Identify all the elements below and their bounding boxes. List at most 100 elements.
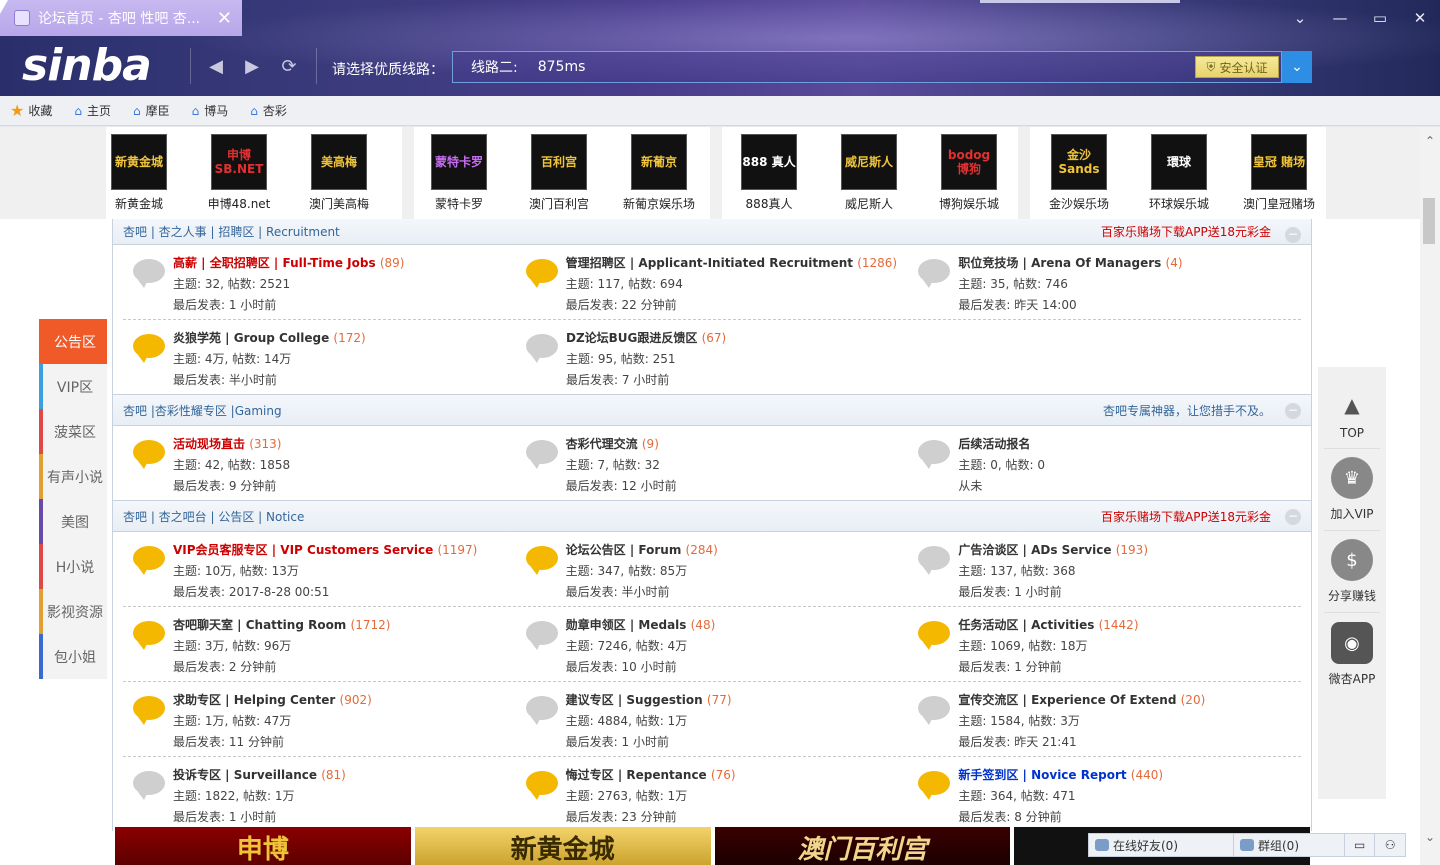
forum-last-post[interactable]: 最后发表: 8 分钟前 xyxy=(958,808,1301,825)
forum-last-post[interactable]: 最后发表: 7 小时前 xyxy=(566,371,909,388)
forum-link[interactable]: 职位竞技场 | Arena Of Managers xyxy=(958,256,1161,270)
section-title[interactable]: 杏吧 | 杏之人事 | 招聘区 | Recruitment xyxy=(123,223,340,240)
forum-last-post[interactable]: 最后发表: 11 分钟前 xyxy=(173,733,516,750)
add-friend-icon[interactable]: ⚇ xyxy=(1375,834,1405,856)
browser-tab[interactable]: 论坛首页 - 杏吧 性吧 杏... ✕ xyxy=(0,0,242,36)
scrollbar-thumb[interactable] xyxy=(1423,198,1435,244)
online-friends-button[interactable]: 在线好友(0) xyxy=(1089,834,1234,856)
forum-last-post[interactable]: 从未 xyxy=(958,477,1301,494)
bookmark-xingcai[interactable]: ⌂ 杏彩 xyxy=(250,102,287,119)
forum-link[interactable]: 广告洽谈区 | ADs Service xyxy=(958,543,1111,557)
bookmark-home[interactable]: ⌂ 主页 xyxy=(74,102,111,119)
section-ad-link[interactable]: 百家乐赌场下载APP送18元彩金 xyxy=(1101,508,1271,525)
forum-link[interactable]: 后续活动报名 xyxy=(958,437,1030,451)
tool-top-button[interactable]: ▲ TOP xyxy=(1324,367,1380,449)
category-7[interactable]: 影视资源 xyxy=(39,589,107,634)
section-ad-link[interactable]: 百家乐赌场下载APP送18元彩金 xyxy=(1101,223,1271,240)
ad-banner-1[interactable]: 申博 xyxy=(115,827,411,865)
forum-link[interactable]: DZ论坛BUG跟进反馈区 xyxy=(566,331,697,345)
forum-last-post[interactable]: 最后发表: 22 分钟前 xyxy=(566,296,909,313)
forum-link[interactable]: 高薪 | 全职招聘区 | Full-Time Jobs xyxy=(173,256,376,270)
casino-link[interactable]: 威尼斯人 威尼斯人 xyxy=(814,134,924,212)
forum-last-post[interactable]: 最后发表: 23 分钟前 xyxy=(566,808,909,825)
collapse-icon[interactable]: − xyxy=(1285,403,1301,419)
bookmark-boma[interactable]: ⌂ 博马 xyxy=(192,102,229,119)
collapse-icon[interactable]: − xyxy=(1285,509,1301,525)
forum-last-post[interactable]: 最后发表: 1 小时前 xyxy=(566,733,909,750)
forum-link[interactable]: 新手签到区 | Novice Report xyxy=(958,768,1126,782)
casino-link[interactable]: 蒙特卡罗 蒙特卡罗 xyxy=(404,134,514,212)
category-4[interactable]: 有声小说 xyxy=(39,454,107,499)
forum-last-post[interactable]: 最后发表: 2 分钟前 xyxy=(173,658,516,675)
forum-link[interactable]: VIP会员客服专区 | VIP Customers Service xyxy=(173,543,433,557)
casino-link[interactable]: 新葡京 新葡京娱乐场 xyxy=(604,134,714,212)
section-title[interactable]: 杏吧 | 杏之吧台 | 公告区 | Notice xyxy=(123,508,304,525)
casino-link[interactable]: 申博 SB.NET 申博48.net xyxy=(184,134,294,212)
forum-link[interactable]: 管理招聘区 | Applicant-Initiated Recruitment xyxy=(566,256,853,270)
tool-vip-button[interactable]: ♛ 加入VIP xyxy=(1324,449,1380,531)
forum-link[interactable]: 投诉专区 | Surveillance xyxy=(173,768,317,782)
tool-share-button[interactable]: $ 分享赚钱 xyxy=(1324,531,1380,613)
category-3[interactable]: 菠菜区 xyxy=(39,409,107,454)
forum-link[interactable]: 炎狼学苑 | Group College xyxy=(173,331,329,345)
forum-last-post[interactable]: 最后发表: 1 小时前 xyxy=(173,808,516,825)
refresh-icon[interactable]: ⟳ xyxy=(275,52,303,80)
bookmark-mochen[interactable]: ⌂ 摩臣 xyxy=(133,102,170,119)
forum-last-post[interactable]: 最后发表: 1 小时前 xyxy=(173,296,516,313)
forum-link[interactable]: 宣传交流区 | Experience Of Extend xyxy=(958,693,1176,707)
forum-link[interactable]: 勋章申领区 | Medals xyxy=(566,618,687,632)
category-5[interactable]: 美图 xyxy=(39,499,107,544)
casino-link[interactable]: 888 真人 888真人 xyxy=(714,134,824,212)
forum-link[interactable]: 求助专区 | Helping Center xyxy=(173,693,335,707)
section-title[interactable]: 杏吧 |杏彩性耀专区 |Gaming xyxy=(123,402,282,419)
forward-icon[interactable]: ▶ xyxy=(238,52,266,80)
forum-link[interactable]: 悔过专区 | Repentance xyxy=(566,768,707,782)
forum-last-post[interactable]: 最后发表: 昨天 21:41 xyxy=(958,733,1301,750)
close-window-icon[interactable]: ✕ xyxy=(1400,0,1440,36)
forum-last-post[interactable]: 最后发表: 2017-8-28 00:51 xyxy=(173,583,516,600)
casino-link[interactable]: 美高梅 澳门美高梅 xyxy=(284,134,394,212)
forum-link[interactable]: 建议专区 | Suggestion xyxy=(566,693,703,707)
forum-last-post[interactable]: 最后发表: 1 小时前 xyxy=(958,583,1301,600)
casino-link[interactable]: 百利宫 澳门百利宫 xyxy=(504,134,614,212)
tab-close-icon[interactable]: ✕ xyxy=(217,8,232,29)
back-icon[interactable]: ◀ xyxy=(202,52,230,80)
casino-link[interactable]: 環球 环球娱乐城 xyxy=(1124,134,1234,212)
tool-app-button[interactable]: ◉ 微杏APP xyxy=(1324,613,1380,695)
forum-last-post[interactable]: 最后发表: 半小时前 xyxy=(566,583,909,600)
minimize-icon[interactable]: — xyxy=(1320,0,1360,36)
forum-last-post[interactable]: 最后发表: 10 小时前 xyxy=(566,658,909,675)
forum-link[interactable]: 任务活动区 | Activities xyxy=(958,618,1094,632)
forum-link[interactable]: 论坛公告区 | Forum xyxy=(566,543,682,557)
forum-link[interactable]: 杏吧聊天室 | Chatting Room xyxy=(173,618,346,632)
casino-link[interactable]: bodog 博狗 博狗娱乐城 xyxy=(914,134,1024,212)
bookmark-favorites[interactable]: ★ 收藏 xyxy=(10,101,52,120)
menu-dropdown-icon[interactable]: ⌄ xyxy=(1280,0,1320,36)
casino-link[interactable]: 金沙 Sands 金沙娱乐场 xyxy=(1024,134,1134,212)
chat-window-icon[interactable]: ▭ xyxy=(1345,834,1376,856)
scroll-up-icon[interactable]: ⌃ xyxy=(1420,134,1440,154)
casino-link[interactable]: 皇冠 赌场 澳门皇冠赌场 xyxy=(1224,134,1334,212)
route-select[interactable]: 线路二: 875ms xyxy=(452,51,1282,83)
category-2[interactable]: VIP区 xyxy=(39,364,107,409)
route-dropdown-button[interactable]: ⌄ xyxy=(1282,51,1312,83)
secure-verify-button[interactable]: ⛨ 安全认证 xyxy=(1195,56,1279,78)
casino-link[interactable]: 新黄金城 新黄金城 xyxy=(84,134,194,212)
category-1[interactable]: 公告区 xyxy=(39,319,107,364)
group-button[interactable]: 群组(0) xyxy=(1234,834,1346,856)
forum-link[interactable]: 活动现场直击 xyxy=(173,437,245,451)
category-6[interactable]: H小说 xyxy=(39,544,107,589)
collapse-icon[interactable]: − xyxy=(1285,227,1301,243)
forum-last-post[interactable]: 最后发表: 半小时前 xyxy=(173,371,516,388)
ad-banner-3[interactable]: 澳门百利宫 xyxy=(714,827,1011,865)
forum-last-post[interactable]: 最后发表: 昨天 14:00 xyxy=(958,296,1301,313)
forum-last-post[interactable]: 最后发表: 12 小时前 xyxy=(566,477,909,494)
section-ad-link[interactable]: 杏吧专属神器，让您措手不及。 xyxy=(1103,402,1271,419)
scroll-down-icon[interactable]: ⌄ xyxy=(1420,830,1440,850)
forum-last-post[interactable]: 最后发表: 9 分钟前 xyxy=(173,477,516,494)
ad-banner-2[interactable]: 新黄金城 xyxy=(414,827,711,865)
maximize-icon[interactable]: ▭ xyxy=(1360,0,1400,36)
forum-link[interactable]: 杏彩代理交流 xyxy=(566,437,638,451)
category-8[interactable]: 包小姐 xyxy=(39,634,107,679)
forum-last-post[interactable]: 最后发表: 1 分钟前 xyxy=(958,658,1301,675)
